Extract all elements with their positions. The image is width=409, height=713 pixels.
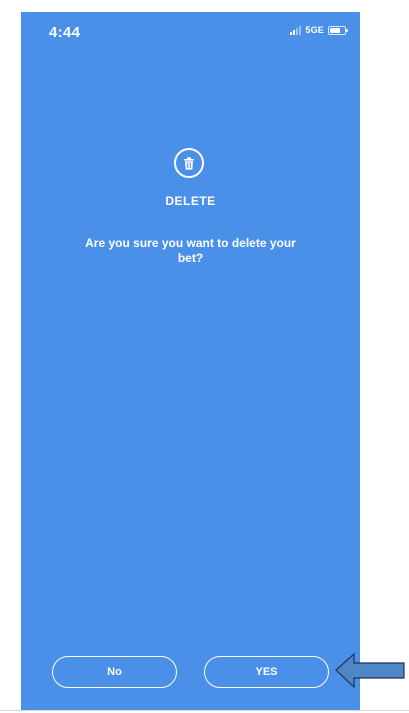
bottom-divider: [0, 710, 409, 711]
dialog-title: DELETE: [165, 194, 216, 208]
trash-icon: [174, 148, 204, 178]
left-arrow-icon: [335, 652, 405, 689]
phone-screen: 4:44 5GE DELETE Are you sure you want to…: [21, 12, 360, 710]
signal-icon: [290, 25, 302, 35]
yes-button[interactable]: YES: [204, 656, 329, 688]
battery-icon: [328, 25, 348, 35]
screenshot-page: 4:44 5GE DELETE Are you sure you want to…: [0, 0, 409, 713]
dialog-message: Are you sure you want to delete your bet…: [85, 236, 296, 265]
status-bar: 4:44 5GE: [21, 12, 360, 52]
network-label: 5GE: [305, 25, 324, 35]
status-indicators: 5GE: [290, 25, 348, 35]
status-time: 4:44: [49, 24, 81, 41]
no-button[interactable]: No: [52, 656, 177, 688]
